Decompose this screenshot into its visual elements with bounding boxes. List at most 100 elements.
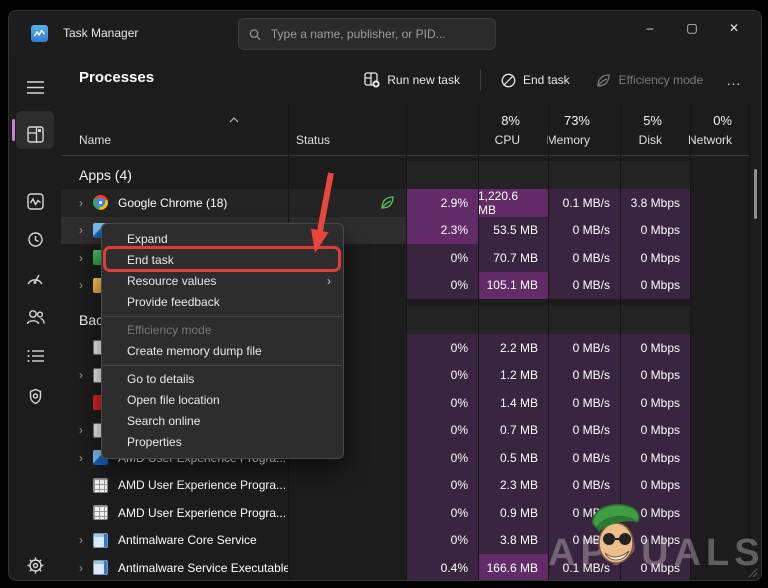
expand-chevron-icon[interactable]: › xyxy=(79,368,93,382)
hamburger-menu-button[interactable] xyxy=(9,68,61,106)
users-icon xyxy=(26,309,45,325)
disk-total-value: 5% xyxy=(600,113,662,128)
empty-cell xyxy=(690,389,749,417)
sidebar-item-processes[interactable] xyxy=(9,115,61,153)
context-menu-item-properties[interactable]: Properties xyxy=(102,432,343,453)
disk-value-cell: 0 MB/s xyxy=(548,244,620,272)
disk-value-cell: 0 MB/s xyxy=(548,334,620,362)
context-menu-item-go-to-details[interactable]: Go to details xyxy=(102,369,343,390)
context-menu-item-expand[interactable]: Expand xyxy=(102,229,343,250)
group-label: Apps (4) xyxy=(79,167,132,183)
search-input[interactable] xyxy=(269,26,485,42)
context-menu-item-search-online[interactable]: Search online xyxy=(102,411,343,432)
network-total-value: 0% xyxy=(672,113,732,128)
disk-value-cell: 0 MB/s xyxy=(548,272,620,300)
efficiency-mode-button[interactable]: Efficiency mode xyxy=(586,67,714,94)
context-menu-item-open-file-location[interactable]: Open file location xyxy=(102,390,343,411)
close-button[interactable]: ✕ xyxy=(713,11,755,45)
disk-value-cell: 0.1 MB/s xyxy=(548,554,620,581)
column-divider xyxy=(478,104,479,581)
column-header-memory[interactable]: Memory xyxy=(530,133,590,147)
efficiency-mode-leaf-icon xyxy=(596,73,612,88)
run-new-task-button[interactable]: Run new task xyxy=(354,66,470,94)
menu-item-label: Expand xyxy=(127,232,168,246)
memory-value-cell: 3.8 MB xyxy=(478,527,548,555)
empty-cell xyxy=(690,472,749,500)
toolbar: Processes Run new task End task Efficien… xyxy=(61,56,762,104)
sidebar-item-services[interactable] xyxy=(9,377,61,415)
vertical-scrollbar[interactable] xyxy=(754,169,757,219)
process-name-cell: ›Google Chrome (18) xyxy=(61,189,288,217)
memory-value-cell: 0.9 MB xyxy=(478,499,548,527)
expand-chevron-icon[interactable]: › xyxy=(79,223,93,237)
task-manager-app-icon xyxy=(31,25,48,42)
menu-item-label: Open file location xyxy=(127,393,220,407)
maximize-button[interactable]: ▢ xyxy=(671,11,713,45)
sidebar-item-app-history[interactable] xyxy=(9,220,61,258)
context-menu: Expand End taskResource values›Provide fe… xyxy=(101,223,344,459)
context-menu-item-create-memory-dump-file[interactable]: Create memory dump file xyxy=(102,341,343,362)
menu-item-label: Go to details xyxy=(127,372,194,386)
memory-value-cell: 0.7 MB xyxy=(478,417,548,445)
expand-chevron-icon[interactable]: › xyxy=(79,423,93,437)
column-header-status[interactable]: Status xyxy=(296,133,330,147)
context-menu-item-end-task[interactable]: End task xyxy=(102,250,343,271)
group-empty-cell xyxy=(690,161,749,189)
table-row[interactable]: AMD User Experience Progra...0%2.3 MB0 M… xyxy=(61,472,749,500)
search-box[interactable] xyxy=(238,18,496,50)
column-divider xyxy=(690,104,691,581)
disk-value-cell: 0 MB/s xyxy=(548,499,620,527)
sidebar-item-settings[interactable] xyxy=(9,546,61,581)
table-row[interactable]: ›Antimalware Service Executable0.4%166.6… xyxy=(61,554,749,581)
sidebar-item-users[interactable] xyxy=(9,298,61,336)
expand-chevron-icon[interactable]: › xyxy=(79,451,93,465)
column-header-network[interactable]: Network xyxy=(672,133,732,147)
expand-chevron-icon[interactable]: › xyxy=(79,196,93,210)
empty-cell xyxy=(690,189,749,217)
expand-chevron-icon[interactable]: › xyxy=(79,533,93,547)
sidebar-item-startup-apps[interactable] xyxy=(9,259,61,297)
network-value-cell: 0 Mbps xyxy=(620,362,690,390)
menu-item-label: Search online xyxy=(127,414,200,428)
empty-cell xyxy=(690,334,749,362)
column-header-name[interactable]: Name xyxy=(79,133,111,147)
table-row[interactable]: AMD User Experience Progra...0%0.9 MB0 M… xyxy=(61,499,749,527)
expand-chevron-icon[interactable]: › xyxy=(79,278,93,292)
empty-cell xyxy=(690,527,749,555)
disk-value-cell: 0.1 MB/s xyxy=(548,189,620,217)
process-name: AMD User Experience Progra... xyxy=(118,478,286,492)
cpu-total-value: 8% xyxy=(458,113,520,128)
context-menu-item-provide-feedback[interactable]: Provide feedback xyxy=(102,292,343,313)
end-task-button[interactable]: End task xyxy=(491,67,580,94)
cpu-value-cell: 0% xyxy=(406,362,478,390)
group-empty-cell xyxy=(620,306,690,334)
column-header-cpu[interactable]: CPU xyxy=(458,133,520,147)
sort-ascending-icon xyxy=(229,112,239,126)
memory-total-value: 73% xyxy=(530,113,590,128)
column-divider xyxy=(620,104,621,581)
expand-chevron-icon[interactable]: › xyxy=(79,561,93,575)
sidebar-item-performance[interactable] xyxy=(9,182,61,220)
more-options-button[interactable]: ... xyxy=(719,69,749,92)
grid-white-app-icon xyxy=(93,478,108,493)
table-row[interactable]: ›Antimalware Core Service0%3.8 MB0 MB/s0… xyxy=(61,527,749,555)
table-row[interactable]: ›Google Chrome (18)2.9%1,220.6 MB0.1 MB/… xyxy=(61,189,749,217)
empty-cell xyxy=(690,244,749,272)
memory-value-cell: 105.1 MB xyxy=(478,272,548,300)
group-header-row[interactable]: Apps (4) xyxy=(61,161,749,189)
network-value-cell: 3.8 Mbps xyxy=(620,189,690,217)
empty-cell xyxy=(690,217,749,245)
sidebar-item-details[interactable] xyxy=(9,337,61,375)
minimize-button[interactable]: – xyxy=(629,11,671,45)
group-empty-cell xyxy=(478,306,548,334)
menu-separator xyxy=(103,316,342,317)
context-menu-item-resource-values[interactable]: Resource values› xyxy=(102,271,343,292)
empty-cell xyxy=(690,499,749,527)
column-header-disk[interactable]: Disk xyxy=(600,133,662,147)
expand-chevron-icon[interactable]: › xyxy=(79,251,93,265)
toolbar-divider xyxy=(480,69,481,91)
context-menu-item-efficiency-mode[interactable]: Efficiency mode xyxy=(102,320,343,341)
app-history-icon xyxy=(27,231,44,248)
process-name-cell: AMD User Experience Progra... xyxy=(61,472,288,500)
resize-grip[interactable] xyxy=(746,565,758,577)
